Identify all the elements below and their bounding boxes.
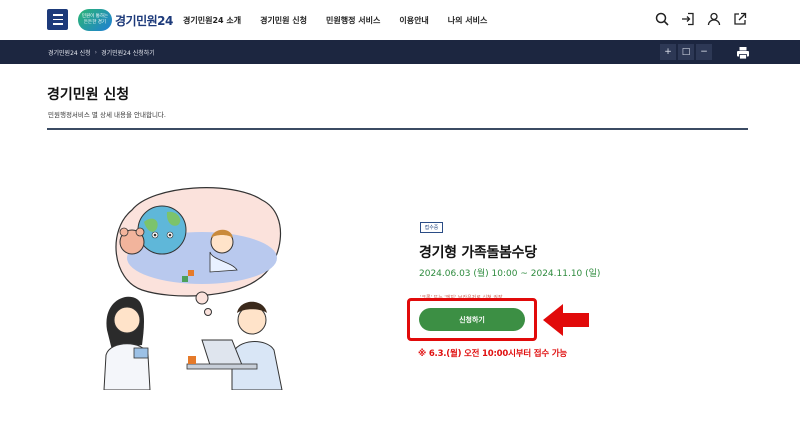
page-description: 민원행정서비스 별 상세 내용을 안내합니다. [48,111,166,119]
service-illustration [92,180,322,391]
login-icon[interactable] [680,11,696,27]
external-link-icon[interactable] [732,11,748,27]
hamburger-menu-icon[interactable] [47,9,68,30]
logo-badge: 민원이 통하는 든든한 경기 [78,9,112,31]
site-logo[interactable]: 민원이 통하는 든든한 경기 경기민원24 [78,9,173,31]
print-icon[interactable] [736,45,750,60]
nav-item-guide[interactable]: 이용안내 [399,15,428,26]
nav-item-apply[interactable]: 경기민원 신청 [260,15,307,26]
main-nav: 경기민원24 소개 경기민원 신청 민원행정 서비스 이용안내 나의 서비스 [183,0,506,40]
page-title: 경기민원 신청 [47,87,130,103]
red-arrow-icon [541,302,591,338]
service-name: 경기형 가족돌봄수당 [419,245,537,261]
location-bar: 경기민원24 신청 › 경기민원24 신청하기 + □ − [0,40,800,64]
nav-item-admin-service[interactable]: 민원행정 서비스 [326,15,380,26]
zoom-out-button[interactable]: − [696,44,712,60]
nav-item-intro[interactable]: 경기민원24 소개 [183,15,241,26]
utility-icons [654,11,748,27]
search-icon[interactable] [654,11,670,27]
nav-item-my-service[interactable]: 나의 서비스 [448,15,488,26]
breadcrumb-item-current: 경기민원24 신청하기 [101,49,155,57]
status-badge: 접수중 [420,222,443,233]
zoom-in-button[interactable]: + [660,44,676,60]
apply-start-note: ※ 6.3.(월) 오전 10:00시부터 접수 가능 [418,349,567,359]
site-header: 민원이 통하는 든든한 경기 경기민원24 경기민원24 소개 경기민원 신청 … [0,0,800,40]
zoom-controls: + □ − [660,44,712,60]
title-divider [47,128,748,130]
apply-button[interactable]: 신청하기 [419,308,525,331]
logo-text: 경기민원24 [115,13,173,28]
chevron-right-icon: › [94,48,98,56]
zoom-reset-button[interactable]: □ [678,44,694,60]
user-icon[interactable] [706,11,722,27]
application-period: 2024.06.03 (월) 10:00 ~ 2024.11.10 (일) [419,269,601,279]
breadcrumb-item-apply[interactable]: 경기민원24 신청 [48,48,91,57]
breadcrumb: 경기민원24 신청 › 경기민원24 신청하기 [48,40,155,64]
